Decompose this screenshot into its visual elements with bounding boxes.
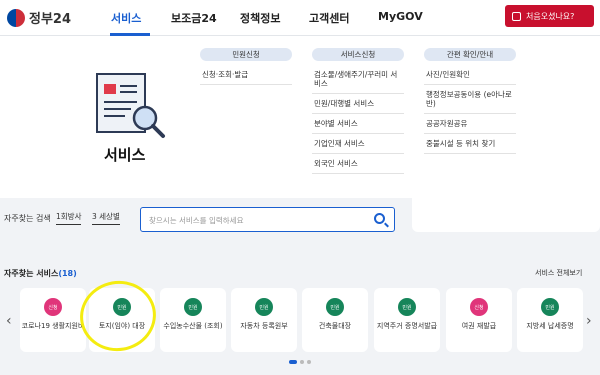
carousel-prev-icon[interactable]: ‹ <box>6 313 12 329</box>
frequent-search-select-1[interactable]: 1회방사 <box>56 211 82 225</box>
guide-icon <box>512 11 521 21</box>
frequent-search-select-2[interactable]: 3 세상별 <box>92 211 120 225</box>
service-card[interactable]: 민원 지역주거 증명서발급 <box>374 288 440 352</box>
service-label: 지역주거 증명서발급 <box>376 322 438 330</box>
side-panel <box>412 198 600 232</box>
menu-link[interactable]: 신청·조회·발급 <box>200 65 292 85</box>
top-header: 정부24 서비스 보조금24 정책정보 고객센터 MyGOV 처음오셨나요? <box>0 0 600 36</box>
section-title: 자주찾는 서비스(18) <box>4 268 77 279</box>
logo-text: 정부24 <box>29 12 72 27</box>
nav-item-mygov[interactable]: MyGOV <box>378 10 423 23</box>
menu-link[interactable]: 공공자원공유 <box>424 114 516 134</box>
service-badge: 신청 <box>44 298 62 316</box>
pagination-dot[interactable] <box>289 360 297 364</box>
search-placeholder: 찾으시는 서비스를 입력하세요 <box>149 216 244 225</box>
service-badge: 민원 <box>255 298 273 316</box>
column-heading: 서비스신청 <box>312 48 404 61</box>
service-badge: 민원 <box>326 298 344 316</box>
service-badge: 민원 <box>184 298 202 316</box>
search-icon[interactable] <box>374 213 385 224</box>
menu-link[interactable]: 중불시설 등 위치 찾기 <box>424 134 516 154</box>
menu-link[interactable]: 검소물/생애주기/꾸러미 서비스 <box>312 65 404 94</box>
section-title-text: 자주찾는 서비스 <box>4 269 59 278</box>
nav-item-subsidy[interactable]: 보조금24 <box>171 10 217 26</box>
service-label: 지방세 납세증명 <box>526 322 574 330</box>
document-magnifier-icon <box>96 73 165 138</box>
pagination-dot[interactable] <box>307 360 311 364</box>
service-badge: 민원 <box>398 298 416 316</box>
service-count: (18) <box>58 269 77 278</box>
service-badge: 신청 <box>470 298 488 316</box>
active-tab-indicator <box>110 33 150 36</box>
service-card[interactable]: 민원 수입농수산물 (조회) <box>160 288 226 352</box>
menu-column-quick-check: 간편 확인/안내 사진/인원확인 행정정보공동이용 (e아나로반) 공공자원공유… <box>424 48 516 154</box>
service-label: 건축물대장 <box>318 322 352 330</box>
first-visit-button[interactable]: 처음오셨나요? <box>505 5 594 27</box>
service-label: 자동차 등록원부 <box>240 322 288 330</box>
service-badge: 민원 <box>541 298 559 316</box>
menu-link[interactable]: 분야별 서비스 <box>312 114 404 134</box>
column-heading: 민원신청 <box>200 48 292 61</box>
service-label: 코로나19 생활지원비 <box>21 322 85 330</box>
nav-item-policy[interactable]: 정책정보 <box>240 10 280 26</box>
column-heading: 간편 확인/안내 <box>424 48 516 61</box>
first-visit-label: 처음오셨나요? <box>526 11 575 21</box>
service-card[interactable]: 민원 지방세 납세증명 <box>517 288 583 352</box>
menu-column-service: 서비스신청 검소물/생애주기/꾸러미 서비스 민원/대행별 서비스 분야별 서비… <box>312 48 404 174</box>
site-logo[interactable]: 정부24 <box>7 8 71 27</box>
view-all-services-link[interactable]: 서비스 전체보기 <box>535 268 582 278</box>
menu-link[interactable]: 사진/인원확인 <box>424 65 516 85</box>
menu-column-civil: 민원신청 신청·조회·발급 <box>200 48 292 85</box>
nav-item-services[interactable]: 서비스 <box>111 10 141 26</box>
menu-link[interactable]: 외국인 서비스 <box>312 154 404 174</box>
service-label: 여권 재발급 <box>461 322 497 330</box>
menu-link[interactable]: 행정정보공동이용 (e아나로반) <box>424 85 516 114</box>
menu-link[interactable]: 기업인재 서비스 <box>312 134 404 154</box>
carousel-next-icon[interactable]: › <box>586 313 592 329</box>
service-card[interactable]: 민원 건축물대장 <box>302 288 368 352</box>
service-card[interactable]: 신청 여권 재발급 <box>446 288 512 352</box>
carousel-pagination <box>289 360 311 364</box>
search-input[interactable]: 찾으시는 서비스를 입력하세요 <box>140 207 395 232</box>
service-label: 수입농수산물 (조회) <box>163 322 223 330</box>
service-card[interactable]: 신청 코로나19 생활지원비 <box>20 288 86 352</box>
frequent-search-label: 자주찾는 검색 <box>4 214 51 223</box>
service-card[interactable]: 민원 자동차 등록원부 <box>231 288 297 352</box>
menu-link[interactable]: 민원/대행별 서비스 <box>312 94 404 114</box>
pagination-dot[interactable] <box>300 360 304 364</box>
menu-title: 서비스 <box>104 146 146 164</box>
nav-item-support[interactable]: 고객센터 <box>309 10 349 26</box>
taeguk-logo-icon <box>7 8 25 27</box>
